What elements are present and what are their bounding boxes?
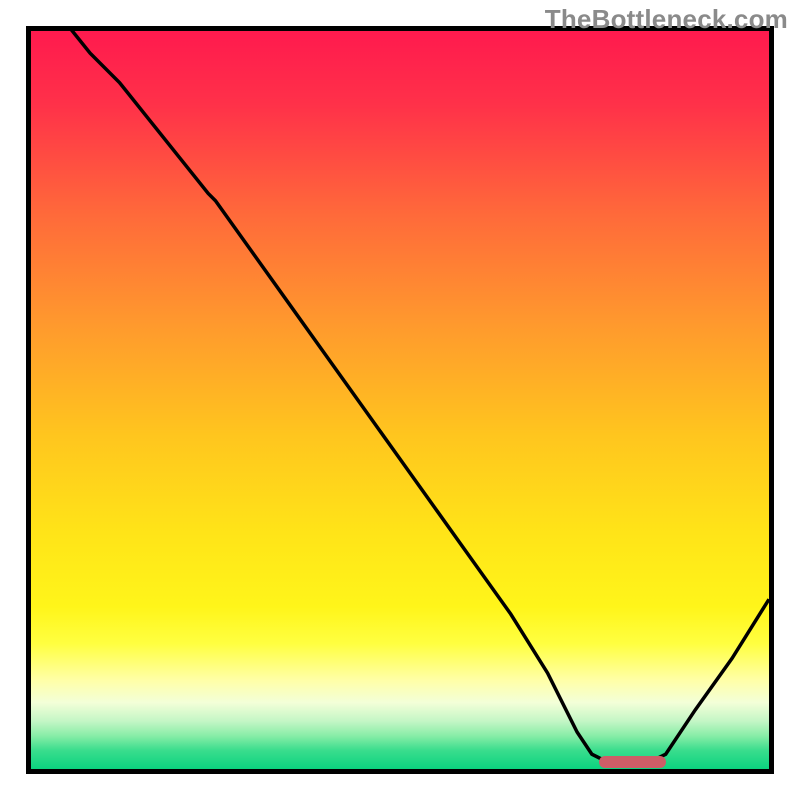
watermark-text: TheBottleneck.com xyxy=(545,4,788,35)
chart-background-gradient xyxy=(31,31,769,769)
chart-frame xyxy=(26,26,774,774)
optimal-range-marker xyxy=(599,756,665,768)
